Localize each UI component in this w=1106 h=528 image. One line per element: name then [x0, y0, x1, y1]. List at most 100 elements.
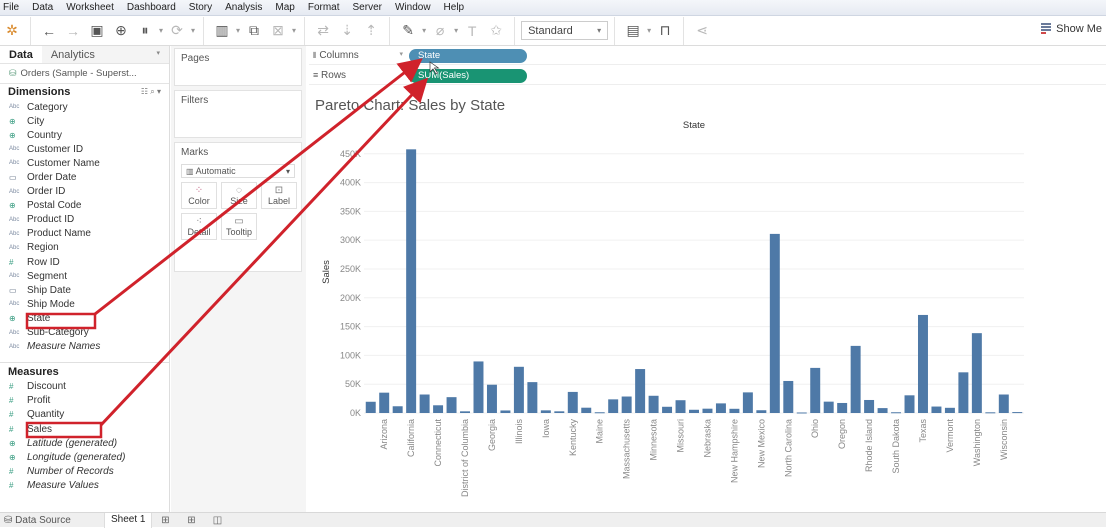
fit-select[interactable]: Standard ▾: [521, 21, 609, 40]
field-quantity[interactable]: # Quantity: [0, 408, 169, 422]
field-row-id[interactable]: # Row ID: [0, 255, 169, 269]
datasource-item[interactable]: ⛁ Orders (Sample - Superst...: [0, 64, 169, 84]
bar-kentucky[interactable]: [567, 391, 578, 413]
bar-montana[interactable]: [689, 409, 699, 413]
bar-north-dakota[interactable]: [796, 412, 807, 414]
bar-oregon[interactable]: [837, 402, 848, 413]
dropdown-arrow-icon[interactable]: ▾: [647, 26, 651, 35]
label-button[interactable]: ⊡ Label: [261, 182, 297, 209]
bar-south-dakota[interactable]: [891, 412, 902, 414]
dropdown-arrow-icon[interactable]: ▾: [236, 26, 240, 35]
share-icon[interactable]: ⋖: [692, 21, 712, 41]
field-state[interactable]: ⊕ State: [0, 311, 169, 325]
menu-worksheet[interactable]: Worksheet: [66, 2, 114, 13]
menu-help[interactable]: Help: [444, 2, 465, 13]
bar-new-mexico[interactable]: [756, 410, 767, 413]
bar-washington[interactable]: [971, 333, 982, 413]
bar-tennessee[interactable]: [904, 395, 915, 413]
field-order-id[interactable]: Abc Order ID: [0, 185, 169, 199]
bar-minnesota[interactable]: [648, 395, 659, 413]
filters-card[interactable]: Filters: [174, 90, 302, 138]
view-list-icon[interactable]: ☷: [141, 87, 148, 96]
field-measure-names[interactable]: Abc Measure Names: [0, 340, 169, 354]
rows-shelf[interactable]: ≡ Rows SUM(Sales): [309, 67, 1106, 85]
bar-idaho[interactable]: [500, 410, 511, 413]
menu-window[interactable]: Window: [395, 2, 431, 13]
bar-florida[interactable]: [473, 361, 484, 413]
tab-analytics[interactable]: Analytics ▾: [41, 46, 169, 63]
group-members-icon[interactable]: ⌀: [430, 21, 450, 41]
columns-shelf[interactable]: ⦀ Columns ▾ State: [309, 47, 1106, 65]
field-ship-date[interactable]: ▭ Ship Date: [0, 283, 169, 297]
bar-illinois[interactable]: [513, 366, 524, 413]
menu-format[interactable]: Format: [308, 2, 340, 13]
menu-file[interactable]: File: [3, 2, 19, 13]
size-button[interactable]: ◌ Size: [221, 182, 257, 209]
mark-type-select[interactable]: ▥ Automatic ▾: [181, 164, 295, 178]
bar-mississippi[interactable]: [662, 406, 673, 413]
menu-data[interactable]: Data: [32, 2, 53, 13]
tableau-logo-icon[interactable]: ✲: [2, 21, 22, 41]
color-button[interactable]: ⁘ Color: [181, 182, 217, 209]
field-customer-name[interactable]: Abc Customer Name: [0, 156, 169, 170]
field-category[interactable]: Abc Category: [0, 100, 169, 114]
bar-utah[interactable]: [931, 406, 942, 413]
pages-card[interactable]: Pages: [174, 48, 302, 86]
bar-new-hampshire[interactable]: [729, 408, 740, 413]
bar-oklahoma[interactable]: [823, 401, 834, 413]
clear-sheet-icon[interactable]: ⊠: [268, 21, 288, 41]
bar-missouri[interactable]: [675, 400, 686, 413]
bar-vermont[interactable]: [944, 407, 955, 413]
chevron-down-icon[interactable]: ▾: [157, 87, 161, 96]
bar-connecticut[interactable]: [433, 405, 444, 413]
field-product-name[interactable]: Abc Product Name: [0, 227, 169, 241]
bar-georgia[interactable]: [486, 384, 497, 413]
sort-ascending-icon[interactable]: ⇣: [337, 21, 357, 41]
bar-arizona[interactable]: [379, 392, 390, 413]
redo-icon[interactable]: →: [63, 21, 83, 41]
bar-virginia[interactable]: [958, 372, 969, 413]
bar-colorado[interactable]: [419, 394, 430, 413]
new-worksheet-icon[interactable]: ⊞: [152, 515, 178, 526]
bar-indiana[interactable]: [527, 382, 538, 413]
bar-alabama[interactable]: [365, 401, 376, 413]
dropdown-arrow-icon[interactable]: ▾: [454, 26, 458, 35]
field-city[interactable]: ⊕ City: [0, 114, 169, 128]
field-customer-id[interactable]: Abc Customer ID: [0, 142, 169, 156]
highlight-icon[interactable]: ✎: [398, 21, 418, 41]
new-datasource-icon[interactable]: ⊕: [111, 21, 131, 41]
field-segment[interactable]: Abc Segment: [0, 269, 169, 283]
state-pill[interactable]: State: [409, 48, 527, 63]
field-measure-values[interactable]: # Measure Values: [0, 478, 169, 492]
bar-maine[interactable]: [594, 412, 605, 414]
presentation-mode-icon[interactable]: ⊓: [655, 21, 675, 41]
bar-west-virginia[interactable]: [985, 412, 996, 414]
field-ship-mode[interactable]: Abc Ship Mode: [0, 297, 169, 311]
bar-pennsylvania[interactable]: [850, 345, 861, 413]
undo-icon[interactable]: ←: [39, 21, 59, 41]
sheet-tab[interactable]: Sheet 1: [104, 512, 153, 528]
tab-data[interactable]: Data: [0, 46, 42, 63]
new-worksheet-icon[interactable]: ▥: [212, 21, 232, 41]
detail-button[interactable]: ⁖ Detail: [181, 213, 217, 240]
field-product-id[interactable]: Abc Product ID: [0, 213, 169, 227]
bar-wyoming[interactable]: [1012, 412, 1023, 414]
tooltip-button[interactable]: ▭ Tooltip: [221, 213, 257, 240]
bar-louisiana[interactable]: [581, 407, 592, 413]
bar-nevada[interactable]: [715, 403, 726, 413]
menu-story[interactable]: Story: [189, 2, 212, 13]
pause-updates-icon[interactable]: ⏸: [135, 21, 155, 41]
bar-delaware[interactable]: [446, 397, 457, 413]
fix-axes-icon[interactable]: ✩: [486, 21, 506, 41]
save-icon[interactable]: ▣: [87, 21, 107, 41]
swap-rows-columns-icon[interactable]: ⇄: [313, 21, 333, 41]
refresh-icon[interactable]: ⟳: [167, 21, 187, 41]
field-discount[interactable]: # Discount: [0, 380, 169, 394]
bar-michigan[interactable]: [635, 369, 646, 413]
bar-new-york[interactable]: [769, 233, 780, 413]
bar-massachusetts[interactable]: [621, 396, 632, 413]
new-dashboard-icon[interactable]: ⊞: [178, 515, 204, 526]
search-icon[interactable]: ⌕: [150, 87, 154, 96]
bar-north-carolina[interactable]: [783, 380, 794, 413]
field-latitude-generated[interactable]: ⊕ Latitude (generated): [0, 436, 169, 450]
